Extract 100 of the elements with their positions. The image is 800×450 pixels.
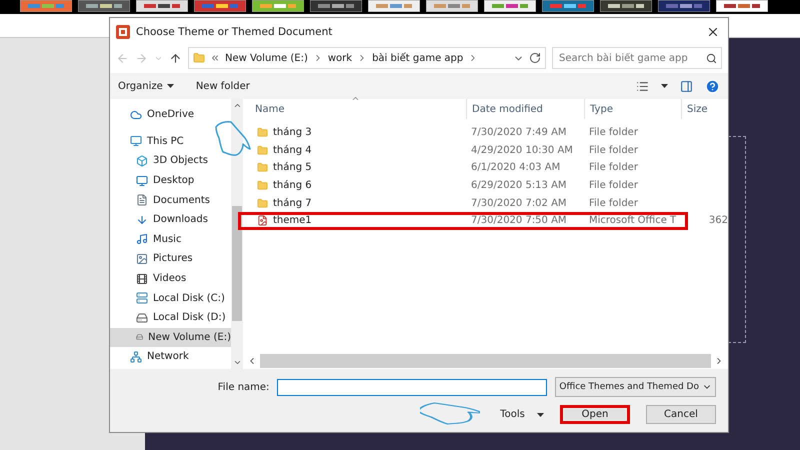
music-icon	[136, 233, 148, 246]
theme-thumbnail[interactable]	[542, 0, 594, 12]
column-header[interactable]: Size	[681, 99, 728, 119]
navigation-item[interactable]: 3D Objects	[110, 151, 231, 171]
view-list-icon[interactable]	[636, 80, 649, 92]
theme-thumbnail[interactable]	[426, 0, 478, 12]
navigation-item[interactable]: Local Disk (C:)	[110, 288, 231, 308]
table-cell: 7/30/2020 7:50 AM	[471, 215, 567, 226]
theme-thumbnail[interactable]	[310, 0, 362, 12]
navigation-item[interactable]: Pictures	[110, 249, 231, 269]
computer-icon	[130, 135, 142, 148]
file-type-dropdown[interactable]: Office Themes and Themed Do	[555, 377, 716, 397]
breadcrumb-item[interactable]: New Volume (E:)	[225, 52, 308, 64]
app-icon	[116, 25, 130, 39]
table-cell: 6/1/2020 4:03 AM	[471, 162, 560, 174]
theme-thumbnail[interactable]	[78, 0, 130, 12]
window-title: Choose Theme or Themed Document	[136, 26, 334, 38]
breadcrumb-item[interactable]: work	[328, 52, 352, 64]
cloud-icon	[130, 108, 142, 121]
breadcrumb-item[interactable]: bài biết game app	[372, 52, 464, 64]
navigation-item[interactable]: Videos	[110, 268, 231, 288]
column-header[interactable]: Date modified	[466, 99, 584, 119]
file-row[interactable]: tháng 3 7/30/2020 7:49 AM File folder	[243, 124, 728, 142]
file-row[interactable]: theme1 7/30/2020 7:50 AM Microsoft Office T 362	[243, 212, 728, 230]
table-cell: File folder	[589, 144, 638, 156]
file-name: tháng 3	[273, 127, 312, 138]
theme-thumbnail[interactable]	[136, 0, 188, 12]
cube-icon	[136, 154, 148, 167]
toolbar-button[interactable]: New folder	[196, 80, 250, 92]
download-icon	[136, 214, 148, 226]
folder-icon	[193, 52, 205, 64]
file-name: tháng 4	[273, 144, 312, 156]
file-row[interactable]: tháng 5 6/1/2020 4:03 AM File folder	[243, 159, 728, 177]
close-icon[interactable]	[706, 25, 720, 39]
up-icon[interactable]	[169, 52, 182, 64]
file-row[interactable]: tháng 4 4/29/2020 10:30 AM File folder	[243, 142, 728, 160]
table-cell: 7/30/2020 7:02 AM	[471, 198, 567, 209]
drive-icon	[136, 292, 148, 304]
table-cell: 6/29/2020 5:13 AM	[471, 180, 567, 192]
document-icon	[136, 194, 148, 206]
drive-icon	[136, 312, 148, 324]
picture-icon	[136, 252, 148, 265]
table-cell: File folder	[589, 198, 638, 209]
scroll-down-icon[interactable]	[232, 358, 242, 367]
file-name-label: File name:	[218, 382, 270, 392]
navigation-item[interactable]: New Volume (E:)	[110, 328, 231, 348]
search-icon	[706, 52, 717, 64]
preview-pane-icon[interactable]	[680, 80, 693, 92]
theme-thumbnail[interactable]	[20, 0, 72, 12]
dialog-button[interactable]: Open	[560, 405, 630, 424]
network-icon	[130, 350, 142, 363]
table-cell: 4/29/2020 10:30 AM	[471, 144, 573, 156]
file-name: tháng 7	[273, 198, 312, 209]
theme-thumbnail[interactable]	[194, 0, 246, 12]
theme-thumbnail[interactable]	[600, 0, 652, 12]
caret-icon	[166, 84, 174, 88]
theme-thumbnail[interactable]	[484, 0, 536, 12]
file-row[interactable]: tháng 7 7/30/2020 7:02 AM File folder	[243, 194, 728, 212]
navigation-item[interactable]: Music	[110, 230, 231, 250]
theme-thumbnail[interactable]	[658, 0, 710, 12]
help-icon[interactable]	[705, 78, 720, 94]
navigation-item[interactable]: Network	[110, 347, 231, 367]
column-header[interactable]: Type	[584, 99, 681, 119]
tools-menu-button[interactable]: Tools	[492, 405, 552, 424]
table-cell: 362	[708, 215, 728, 226]
theme-thumbnail[interactable]	[368, 0, 420, 12]
table-cell: 7/30/2020 7:49 AM	[471, 127, 567, 138]
file-name: tháng 6	[273, 180, 312, 192]
navigation-item[interactable]: This PC	[110, 132, 231, 152]
navigation-item[interactable]: Local Disk (D:)	[110, 308, 231, 328]
film-icon	[136, 272, 148, 285]
column-header[interactable]: Name	[243, 99, 466, 119]
table-cell: File folder	[589, 180, 638, 192]
table-cell: File folder	[589, 162, 638, 174]
file-name-field[interactable]	[277, 378, 548, 396]
navigation-item[interactable]: Documents	[110, 190, 231, 210]
dialog-button[interactable]: Cancel	[646, 405, 716, 424]
toolbar-button[interactable]: Organize	[118, 80, 174, 92]
file-row[interactable]: tháng 6 6/29/2020 5:13 AM File folder	[243, 176, 728, 194]
refresh-icon[interactable]	[529, 52, 541, 64]
scrollbar-thumb[interactable]	[232, 206, 242, 321]
folder-icon	[257, 180, 268, 192]
table-cell: Microsoft Office T	[589, 215, 676, 226]
navigation-item[interactable]: OneDrive	[110, 105, 231, 125]
folder-icon	[257, 127, 268, 138]
desktop-icon	[136, 174, 148, 187]
navigation-item[interactable]: Desktop	[110, 170, 231, 190]
file-name: theme1	[273, 215, 312, 226]
theme-thumbnail[interactable]	[252, 0, 304, 12]
address-bar[interactable]: New Volume (E:) work bài biết game app	[188, 47, 546, 69]
caret-icon[interactable]	[661, 84, 668, 88]
theme-thumbnail[interactable]	[716, 0, 768, 12]
folder-icon	[257, 198, 268, 209]
scroll-up-icon[interactable]	[232, 101, 242, 110]
navigation-item[interactable]: Downloads	[110, 210, 231, 230]
table-cell: File folder	[589, 127, 638, 138]
folder-icon	[257, 162, 268, 174]
chevron-icon	[210, 53, 220, 63]
scrollbar-thumb[interactable]	[260, 354, 711, 368]
sort-icon	[351, 94, 360, 103]
